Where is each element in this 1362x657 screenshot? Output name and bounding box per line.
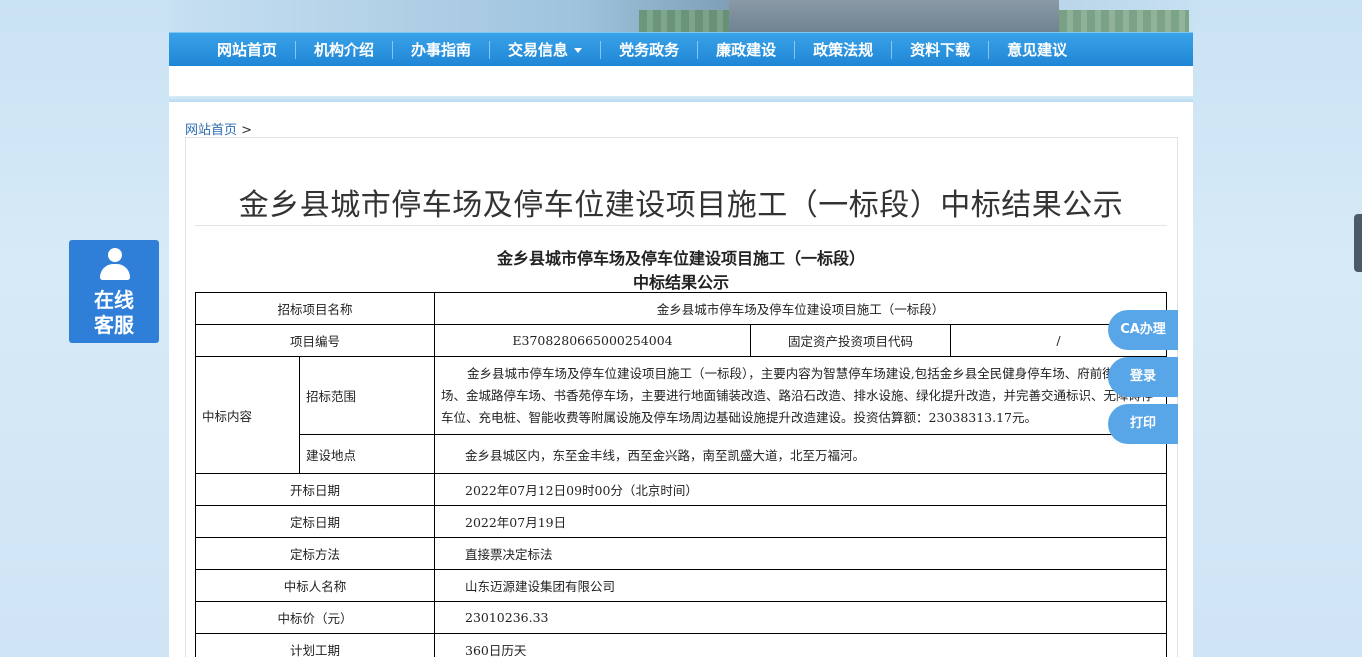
period-value: 360日历天 (434, 633, 1167, 657)
project-name-value: 金乡县城市停车场及停车位建设项目施工（一标段） (434, 292, 1167, 325)
bid-result-table: 招标项目名称 金乡县城市停车场及停车位建设项目施工（一标段） 项目编号 E370… (195, 292, 1167, 657)
scope-label: 招标范围 (299, 356, 435, 435)
table-row: 中标价（元） 23010236.33 (195, 601, 1167, 634)
table-row: 招标项目名称 金乡县城市停车场及停车位建设项目施工（一标段） (195, 292, 1167, 325)
online-service-label-1: 在线 (94, 288, 134, 312)
breadcrumb-home-link[interactable]: 网站首页 (185, 123, 237, 138)
banner-plaza (729, 0, 1059, 32)
online-service-label-2: 客服 (94, 313, 134, 337)
breadcrumb: 网站首页 > (185, 119, 252, 138)
nav-home[interactable]: 网站首页 (199, 40, 297, 59)
table-row: 项目编号 E3708280665000254004 固定资产投资项目代码 / (195, 324, 1167, 357)
fixed-asset-label: 固定资产投资项目代码 (750, 324, 951, 357)
table-row: 定标日期 2022年07月19日 (195, 505, 1167, 538)
open-date-value: 2022年07月12日09时00分（北京时间） (434, 473, 1167, 506)
notice-subtitle-line2: 中标结果公示 (632, 273, 729, 292)
side-scroll-tab[interactable] (1354, 214, 1362, 272)
nav-trade-info-label: 交易信息 (508, 40, 569, 59)
location-label: 建设地点 (299, 434, 435, 474)
page-title: 金乡县城市停车场及停车位建设项目施工（一标段）中标结果公示 (238, 188, 1124, 223)
table-row: 中标内容 招标范围 金乡县城市停车场及停车位建设项目施工（一标段），主要内容为智… (195, 356, 1167, 474)
project-no-value: E3708280665000254004 (434, 324, 751, 357)
method-label: 定标方法 (195, 537, 435, 570)
project-name-label: 招标项目名称 (195, 292, 435, 325)
nav-about[interactable]: 机构介绍 (296, 40, 394, 59)
table-row: 计划工期 360日历天 (195, 633, 1167, 657)
nav-trade-info[interactable]: 交易信息 (490, 40, 602, 59)
banner-trees-left (639, 10, 729, 32)
chevron-down-icon (574, 47, 583, 53)
method-value: 直接票决定标法 (434, 537, 1167, 570)
award-date-label: 定标日期 (195, 505, 435, 538)
sub-bar (169, 66, 1193, 96)
header-banner (169, 0, 1193, 32)
table-row: 开标日期 2022年07月12日09时00分（北京时间） (195, 473, 1167, 506)
table-row: 建设地点 金乡县城区内，东至金丰线，西至金兴路，南至凯盛大道，北至万福河。 (196, 434, 1167, 474)
user-icon (100, 248, 130, 282)
project-no-label: 项目编号 (195, 324, 435, 357)
notice-subtitle-line1: 金乡县城市停车场及停车位建设项目施工（一标段） (496, 249, 865, 268)
winner-label: 中标人名称 (195, 569, 435, 602)
nav-policy[interactable]: 政策法规 (795, 40, 893, 59)
table-row: 定标方法 直接票决定标法 (195, 537, 1167, 570)
scope-value: 金乡县城市停车场及停车位建设项目施工（一标段），主要内容为智慧停车场建设,包括金… (434, 356, 1167, 435)
open-date-label: 开标日期 (195, 473, 435, 506)
award-date-value: 2022年07月19日 (434, 505, 1167, 538)
online-service-button[interactable]: 在线 客服 (69, 240, 159, 343)
period-label: 计划工期 (195, 633, 435, 657)
winner-value: 山东迈源建设集团有限公司 (434, 569, 1167, 602)
breadcrumb-separator: > (241, 123, 253, 138)
print-button[interactable]: 打印 (1108, 404, 1178, 444)
nav-feedback[interactable]: 意见建议 (989, 41, 1085, 59)
table-row: 中标人名称 山东迈源建设集团有限公司 (195, 569, 1167, 602)
main-nav: 网站首页 机构介绍 办事指南 交易信息 党务政务 廉政建设 政策法规 资料下载 … (169, 32, 1193, 66)
title-divider (195, 225, 1167, 226)
ca-button[interactable]: CA办理 (1108, 310, 1178, 350)
nav-integrity[interactable]: 廉政建设 (698, 40, 796, 59)
price-label: 中标价（元） (195, 601, 435, 634)
price-value: 23010236.33 (434, 601, 1167, 634)
location-value: 金乡县城区内，东至金丰线，西至金兴路，南至凯盛大道，北至万福河。 (434, 434, 1167, 474)
bid-content-label: 中标内容 (195, 356, 300, 474)
login-button[interactable]: 登录 (1108, 357, 1178, 397)
nav-party-affairs[interactable]: 党务政务 (601, 40, 699, 59)
nav-downloads[interactable]: 资料下载 (892, 40, 990, 59)
nav-guide[interactable]: 办事指南 (393, 40, 491, 59)
banner-trees-right (1059, 10, 1189, 32)
